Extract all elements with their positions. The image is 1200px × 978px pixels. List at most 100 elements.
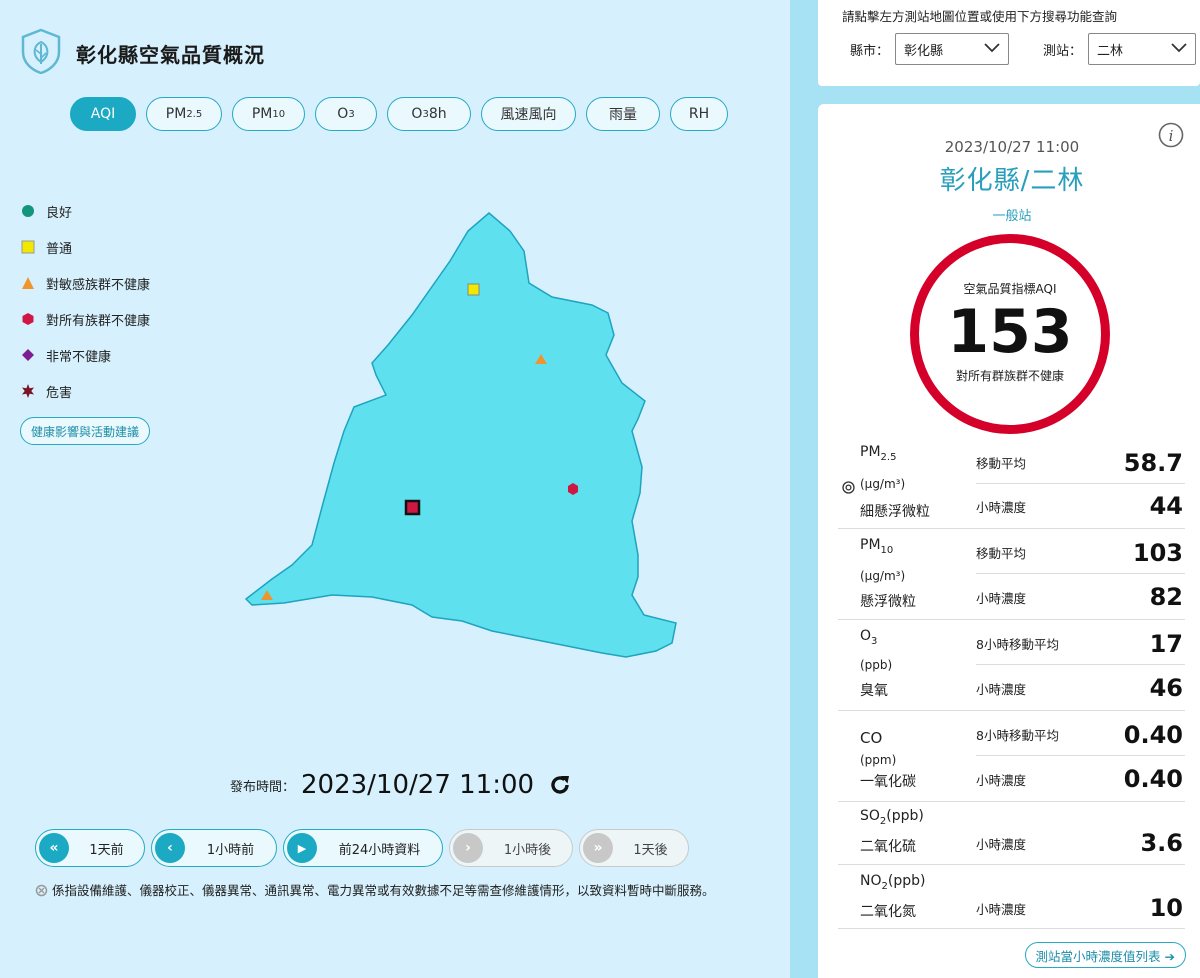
tab-o3-8h[interactable]: O3 8h [387, 97, 471, 131]
maintenance-icon [35, 882, 48, 904]
station-search: 請點擊左方測站地圖位置或使用下方搜尋功能查詢 縣市： 彰化縣 測站： 二林 [818, 0, 1200, 86]
publish-label: 發布時間： [230, 779, 296, 795]
tab-wind[interactable]: 風速風向 [481, 97, 576, 131]
brand: 彰化縣空氣品質概況 [20, 28, 265, 78]
square-marker-icon [20, 240, 36, 254]
aqi-status: 對所有群族群不健康 [955, 369, 1064, 383]
tab-pm10[interactable]: PM 10 [232, 97, 305, 131]
pollutant-name: PM10 [860, 537, 894, 556]
pollutant-table: PM2.5 (μg/m³) 細懸浮微粒 移動平均 58.7 小時濃度 44 PM… [838, 439, 1185, 929]
pollutant-name: SO2(ppb) [860, 808, 924, 827]
pollutant-zh: 懸浮微粒 [860, 594, 916, 610]
next-hour-button[interactable]: › 1小時後 [449, 829, 573, 867]
hexagon-marker-icon [20, 312, 36, 326]
leaf-shield-icon [20, 28, 62, 78]
aqi-gauge: 空氣品質指標AQI 153 對所有群族群不健康 [910, 234, 1110, 434]
pollutant-row-pm25: PM2.5 (μg/m³) 細懸浮微粒 移動平均 58.7 小時濃度 44 [838, 439, 1185, 529]
station-marker-selected[interactable] [404, 499, 421, 516]
diamond-marker-icon [20, 348, 36, 362]
page-title: 彰化縣空氣品質概況 [76, 42, 265, 67]
next-day-button[interactable]: » 1天後 [579, 829, 689, 867]
legend-item-good: 良好 [20, 193, 150, 229]
pollutant-zh: 二氧化硫 [860, 839, 916, 855]
card-time: 2023/10/27 11:00 [944, 138, 1080, 156]
pollutant-row-pm10: PM10 (μg/m³) 懸浮微粒 移動平均 103 小時濃度 82 [838, 529, 1185, 620]
pollutant-unit: (μg/m³) [860, 477, 906, 491]
play-icon: ▶ [287, 833, 317, 863]
legend-item-unhealthy: 對所有族群不健康 [20, 301, 150, 337]
past-24h-button[interactable]: ▶ 前24小時資料 [283, 829, 443, 867]
star-marker-icon [20, 384, 36, 398]
pollutant-subrow: 小時濃度 10 [976, 894, 1183, 922]
tab-pm25[interactable]: PM 2.5 [146, 97, 222, 131]
pollutant-subrow: 8小時移動平均 0.40 [976, 714, 1185, 756]
target-icon [842, 481, 855, 498]
refresh-icon[interactable] [548, 773, 572, 797]
county-map[interactable] [240, 205, 685, 669]
pollutant-zh: 臭氧 [860, 683, 888, 699]
county-region[interactable] [244, 212, 677, 658]
pollutant-subrow: 小時濃度 46 [976, 674, 1183, 702]
pollutant-subrow: 小時濃度 44 [976, 492, 1183, 520]
pollutant-name: PM2.5 [860, 444, 897, 463]
map-panel: 彰化縣空氣品質概況 AQI PM 2.5 PM 10 O3 O3 8h 風速風向 雨… [0, 0, 790, 978]
aqi-value: 153 [947, 297, 1073, 367]
chevron-left-icon: ‹ [155, 833, 185, 863]
pollutant-name: NO2(ppb) [860, 873, 926, 892]
publish-value: 2023/10/27 11:00 [301, 770, 535, 800]
card-station-name: 彰化縣/二林 [939, 166, 1085, 196]
chevron-down-icon [984, 42, 1000, 57]
legend-item-sensitive: 對敏感族群不健康 [20, 265, 150, 301]
pollutant-subrow: 小時濃度 82 [976, 583, 1183, 611]
pollutant-subrow: 移動平均 103 [976, 532, 1185, 574]
station-label: 測站： [1043, 43, 1083, 59]
pollutant-row-so2: SO2(ppb) 二氧化硫 小時濃度 3.6 [838, 802, 1185, 865]
pollutant-unit: (ppm) [860, 753, 897, 767]
pollutant-subrow: 小時濃度 0.40 [976, 765, 1183, 793]
pollutant-row-no2: NO2(ppb) 二氧化氮 小時濃度 10 [838, 865, 1185, 929]
pollutant-subrow: 小時濃度 3.6 [976, 829, 1183, 857]
time-navigation: « 1天前 ‹ 1小時前 ▶ 前24小時資料 › 1小時後 » 1天後 [35, 829, 689, 867]
pollutant-zh: 二氧化氮 [860, 904, 916, 920]
pollutant-subrow: 8小時移動平均 17 [976, 623, 1185, 665]
tab-aqi[interactable]: AQI [70, 97, 136, 131]
tab-rh[interactable]: RH [670, 97, 728, 131]
publish-time: 發布時間： 2023/10/27 11:00 [230, 770, 572, 800]
legend-item-very-unhealthy: 非常不健康 [20, 337, 150, 373]
search-row: 縣市： 彰化縣 測站： 二林 [850, 33, 1197, 65]
legend-item-hazardous: 危害 [20, 373, 150, 409]
search-hint: 請點擊左方測站地圖位置或使用下方搜尋功能查詢 [842, 9, 1118, 24]
pollutant-unit: (μg/m³) [860, 569, 906, 583]
pollutant-unit: (ppb) [860, 658, 893, 672]
aqi-title: 空氣品質指標AQI [963, 282, 1057, 296]
tab-rain[interactable]: 雨量 [586, 97, 660, 131]
station-select[interactable]: 二林 [1088, 33, 1197, 65]
county-select[interactable]: 彰化縣 [895, 33, 1010, 65]
station-marker-moderate[interactable] [467, 283, 480, 296]
pollutant-zh: 一氧化碳 [860, 774, 916, 790]
pollutant-subrow: 移動平均 58.7 [976, 442, 1185, 484]
card-station-type: 一般站 [992, 209, 1032, 224]
station-info-card: i 2023/10/27 11:00 彰化縣/二林 一般站 空氣品質指標AQI … [818, 104, 1200, 978]
tab-o3[interactable]: O3 [315, 97, 377, 131]
county-label: 縣市： [850, 43, 890, 59]
legend-item-moderate: 普通 [20, 229, 150, 265]
chevron-down-icon [1171, 42, 1187, 57]
maintenance-note-text: 係指設備維護、儀器校正、儀器異常、通訊異常、電力異常或有效數據不足等需查修維護情… [52, 883, 715, 898]
triangle-marker-icon [20, 276, 36, 290]
health-advice-button[interactable]: 健康影響與活動建議 [20, 417, 151, 445]
maintenance-note: 係指設備維護、儀器校正、儀器異常、通訊異常、電力異常或有效數據不足等需查修維護情… [35, 880, 745, 904]
chevron-right-icon: › [453, 833, 483, 863]
prev-hour-button[interactable]: ‹ 1小時前 [151, 829, 277, 867]
metric-tabs: AQI PM 2.5 PM 10 O3 O3 8h 風速風向 雨量 RH [70, 97, 728, 131]
pollutant-row-co: CO (ppm) 一氧化碳 8小時移動平均 0.40 小時濃度 0.40 [838, 711, 1185, 802]
pollutant-name: CO [860, 729, 883, 747]
aqi-legend: 良好 普通 對敏感族群不健康 對所有族群不健康 非常不健康 危害 健康影響與活動… [20, 193, 151, 445]
double-chevron-left-icon: « [39, 833, 69, 863]
hourly-list-button[interactable]: 測站當小時濃度值列表 ➔ [1024, 942, 1186, 968]
pollutant-row-o3: O3 (ppb) 臭氧 8小時移動平均 17 小時濃度 46 [838, 620, 1185, 711]
double-chevron-right-icon: » [583, 833, 613, 863]
circle-marker-icon [20, 204, 36, 218]
pollutant-zh: 細懸浮微粒 [860, 504, 930, 520]
prev-day-button[interactable]: « 1天前 [35, 829, 145, 867]
